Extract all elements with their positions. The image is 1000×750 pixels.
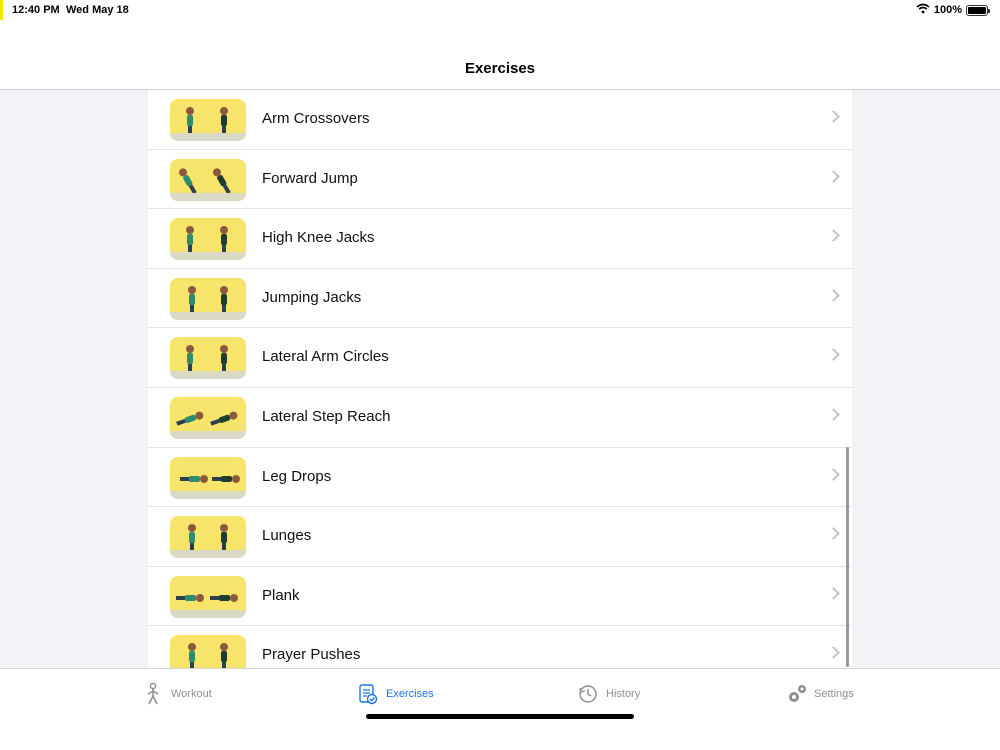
tab-settings[interactable]: Settings [786,681,854,707]
status-right: 100% [916,3,990,17]
battery-icon [966,4,990,16]
exercise-row-plank[interactable]: Plank [148,567,852,627]
exercise-row-high-knee-jacks[interactable]: High Knee Jacks [148,209,852,269]
clock-refresh-icon [578,683,598,705]
status-date: Wed May 18 [66,4,129,16]
tab-history[interactable]: History [578,681,640,707]
figure-icon [143,682,163,705]
tab-label: Exercises [386,688,434,700]
tab-label: Workout [171,688,212,700]
exercise-thumbnail [170,635,246,668]
home-indicator[interactable] [366,714,634,719]
chevron-right-icon [827,110,840,123]
exercise-row-lateral-arm-circles[interactable]: Lateral Arm Circles [148,328,852,388]
exercise-label: Lateral Step Reach [262,408,391,425]
exercise-label: Lateral Arm Circles [262,348,389,366]
gears-icon [786,683,806,705]
status-bar: 12:40 PM Wed May 18 100% [0,0,1000,20]
exercise-label: Forward Jump [262,169,358,187]
exercise-thumbnail [170,158,246,201]
chevron-right-icon [827,348,840,362]
exercise-row-lateral-step-reach[interactable]: Lateral Step Reach [148,388,852,448]
exercise-thumbnail [170,337,246,380]
exercise-thumbnail [170,218,246,261]
exercise-thumbnail [170,277,246,320]
tab-workout[interactable]: Workout [143,681,212,707]
status-time: 12:40 PM [12,4,60,16]
exercise-label: Jumping Jacks [262,288,362,306]
chevron-right-icon [827,646,840,660]
page-title: Exercises [464,60,536,77]
exercise-label: Lunges [262,527,312,545]
tab-exercises[interactable]: Exercises [358,681,434,707]
exercise-label: Leg Drops [262,467,332,485]
navigation-bar: Exercises [0,20,1000,90]
tab-bar: Workout Exercises History Settings [0,668,1000,750]
exercise-thumbnail [170,397,246,439]
chevron-right-icon [827,586,840,600]
chevron-right-icon [827,408,840,421]
exercise-thumbnail [170,99,246,141]
exercise-row-prayer-pushes[interactable]: Prayer Pushes [148,626,852,668]
tab-label: Settings [814,688,854,700]
chevron-right-icon [827,229,840,243]
exercise-label: Arm Crossovers [262,110,370,127]
exercise-row-lunges[interactable]: Lunges [148,507,852,567]
exercise-row-jumping-jacks[interactable]: Jumping Jacks [148,269,852,329]
exercise-row-forward-jump[interactable]: Forward Jump [148,150,852,210]
exercise-thumbnail [170,516,246,559]
wifi-icon [916,3,930,17]
exercise-label: Plank [262,586,300,604]
chevron-right-icon [827,169,840,183]
exercise-thumbnail [170,575,246,618]
scrollbar[interactable] [846,447,849,667]
tab-label: History [606,688,641,700]
checklist-icon [358,683,378,705]
battery-percent: 100% [933,4,962,16]
exercise-label: Prayer Pushes [262,646,361,664]
chevron-right-icon [827,467,840,481]
exercise-label: High Knee Jacks [262,229,375,247]
exercise-row-leg-drops[interactable]: Leg Drops [148,448,852,508]
exercise-row-arm-crossovers[interactable]: Arm Crossovers [148,90,852,150]
exercise-list[interactable]: Arm Crossovers Forward Jump High Knee Ja… [148,90,852,668]
exercise-thumbnail [170,456,246,499]
status-indicator-mark [0,0,3,20]
chevron-right-icon [827,288,840,302]
chevron-right-icon [827,527,840,541]
